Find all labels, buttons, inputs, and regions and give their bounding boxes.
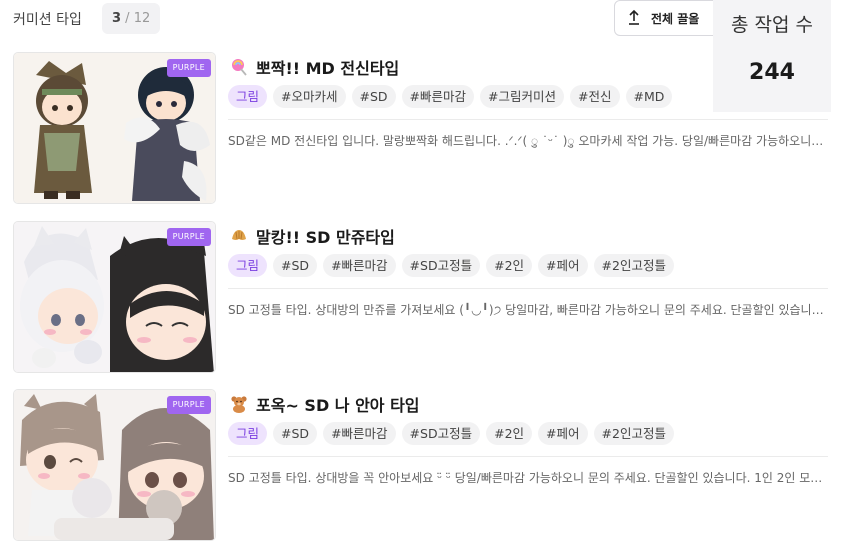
commission-title: 말캉!! SD 만쥬타입 xyxy=(256,228,395,247)
commission-title-row[interactable]: 포옥~ SD 나 안아 타입 xyxy=(230,392,420,416)
teddy-bear-icon xyxy=(231,396,247,413)
commission-title-row[interactable]: 말캉!! SD 만쥬타입 xyxy=(230,224,395,248)
commission-title-row[interactable]: 뽀짝!! MD 전신타입 xyxy=(230,55,399,79)
tag[interactable]: #2인고정틀 xyxy=(593,254,674,277)
tag[interactable]: #그림커미션 xyxy=(480,85,565,108)
page-indicator: 3 / 12 xyxy=(102,3,161,34)
tag-category[interactable]: 그림 xyxy=(228,422,268,445)
page-separator: / xyxy=(121,11,134,26)
tag-list: 그림 #SD #빠른마감 #SD고정틀 #2인 #페어 #2인고정틀 xyxy=(228,254,674,277)
page-current: 3 xyxy=(112,11,122,26)
tag[interactable]: #SD xyxy=(273,422,318,445)
tag[interactable]: #SD xyxy=(351,85,396,108)
tag[interactable]: #SD고정틀 xyxy=(401,254,481,277)
purple-badge: PURPLE xyxy=(166,396,211,414)
upload-icon xyxy=(629,9,639,25)
bump-all-button[interactable]: 전체 끌올 xyxy=(614,0,722,36)
commission-thumbnail[interactable]: PURPLE xyxy=(13,52,216,204)
commission-card[interactable]: PURPLE 말캉!! SD 만쥬타입 그림 #SD #빠른마감 #SD고정틀 … xyxy=(0,221,845,376)
tag[interactable]: #MD xyxy=(625,85,673,108)
tag-list: 그림 #오마카세 #SD #빠른마감 #그림커미션 #전신 #MD xyxy=(228,85,673,108)
commission-card[interactable]: PURPLE 뽀짝!! MD 전신타입 그림 #오마카세 #SD #빠른마감 #… xyxy=(0,52,845,207)
section-title: 커미션 타입 xyxy=(13,12,82,28)
commission-thumbnail[interactable]: PURPLE xyxy=(13,389,216,541)
tag[interactable]: #2인 xyxy=(486,254,533,277)
commission-description: SD 고정틀 타입. 상대방을 꼭 안아보세요 ᵕ̈ ᵕ̈ 당일/빠른마감 가능… xyxy=(228,471,826,485)
tag[interactable]: #2인 xyxy=(486,422,533,445)
commission-card[interactable]: PURPLE 포옥~ SD 나 안아 타입 그림 #SD #빠른마감 #SD고정… xyxy=(0,389,845,544)
tag[interactable]: #빠른마감 xyxy=(323,422,396,445)
tag[interactable]: #빠른마감 xyxy=(401,85,475,108)
total-work-label: 총 작업 수 xyxy=(731,14,813,36)
tag-list: 그림 #SD #빠른마감 #SD고정틀 #2인 #페어 #2인고정틀 xyxy=(228,422,674,445)
tag[interactable]: #SD xyxy=(273,254,318,277)
commission-title: 뽀짝!! MD 전신타입 xyxy=(256,59,400,78)
tag-category[interactable]: 그림 xyxy=(228,85,268,108)
commission-title: 포옥~ SD 나 안아 타입 xyxy=(256,396,420,415)
tag[interactable]: #오마카세 xyxy=(273,85,346,108)
commission-description: SD 고정틀 타입. 상대방의 만쥬를 가져보세요 (╹◡╹)੭ 당일마감, 빠… xyxy=(228,303,826,317)
croissant-icon xyxy=(232,230,246,240)
tag[interactable]: #전신 xyxy=(570,85,620,108)
commission-thumbnail[interactable]: PURPLE xyxy=(13,221,216,373)
tag-category[interactable]: 그림 xyxy=(228,254,268,277)
lollipop-icon xyxy=(232,59,247,76)
page-total: 12 xyxy=(133,11,151,26)
tag[interactable]: #빠른마감 xyxy=(323,254,396,277)
tag[interactable]: #SD고정틀 xyxy=(401,422,481,445)
purple-badge: PURPLE xyxy=(166,59,211,77)
bump-all-label: 전체 끌올 xyxy=(651,11,700,26)
tag[interactable]: #페어 xyxy=(538,422,588,445)
divider xyxy=(228,119,828,120)
commission-description: SD같은 MD 전신타입 입니다. 말랑뽀짝화 해드립니다. .ᐟ.ᐟ( ु ˙… xyxy=(228,134,826,148)
tag[interactable]: #2인고정틀 xyxy=(593,422,674,445)
divider xyxy=(228,288,828,289)
purple-badge: PURPLE xyxy=(166,228,211,246)
divider xyxy=(228,456,828,457)
tag[interactable]: #페어 xyxy=(538,254,588,277)
